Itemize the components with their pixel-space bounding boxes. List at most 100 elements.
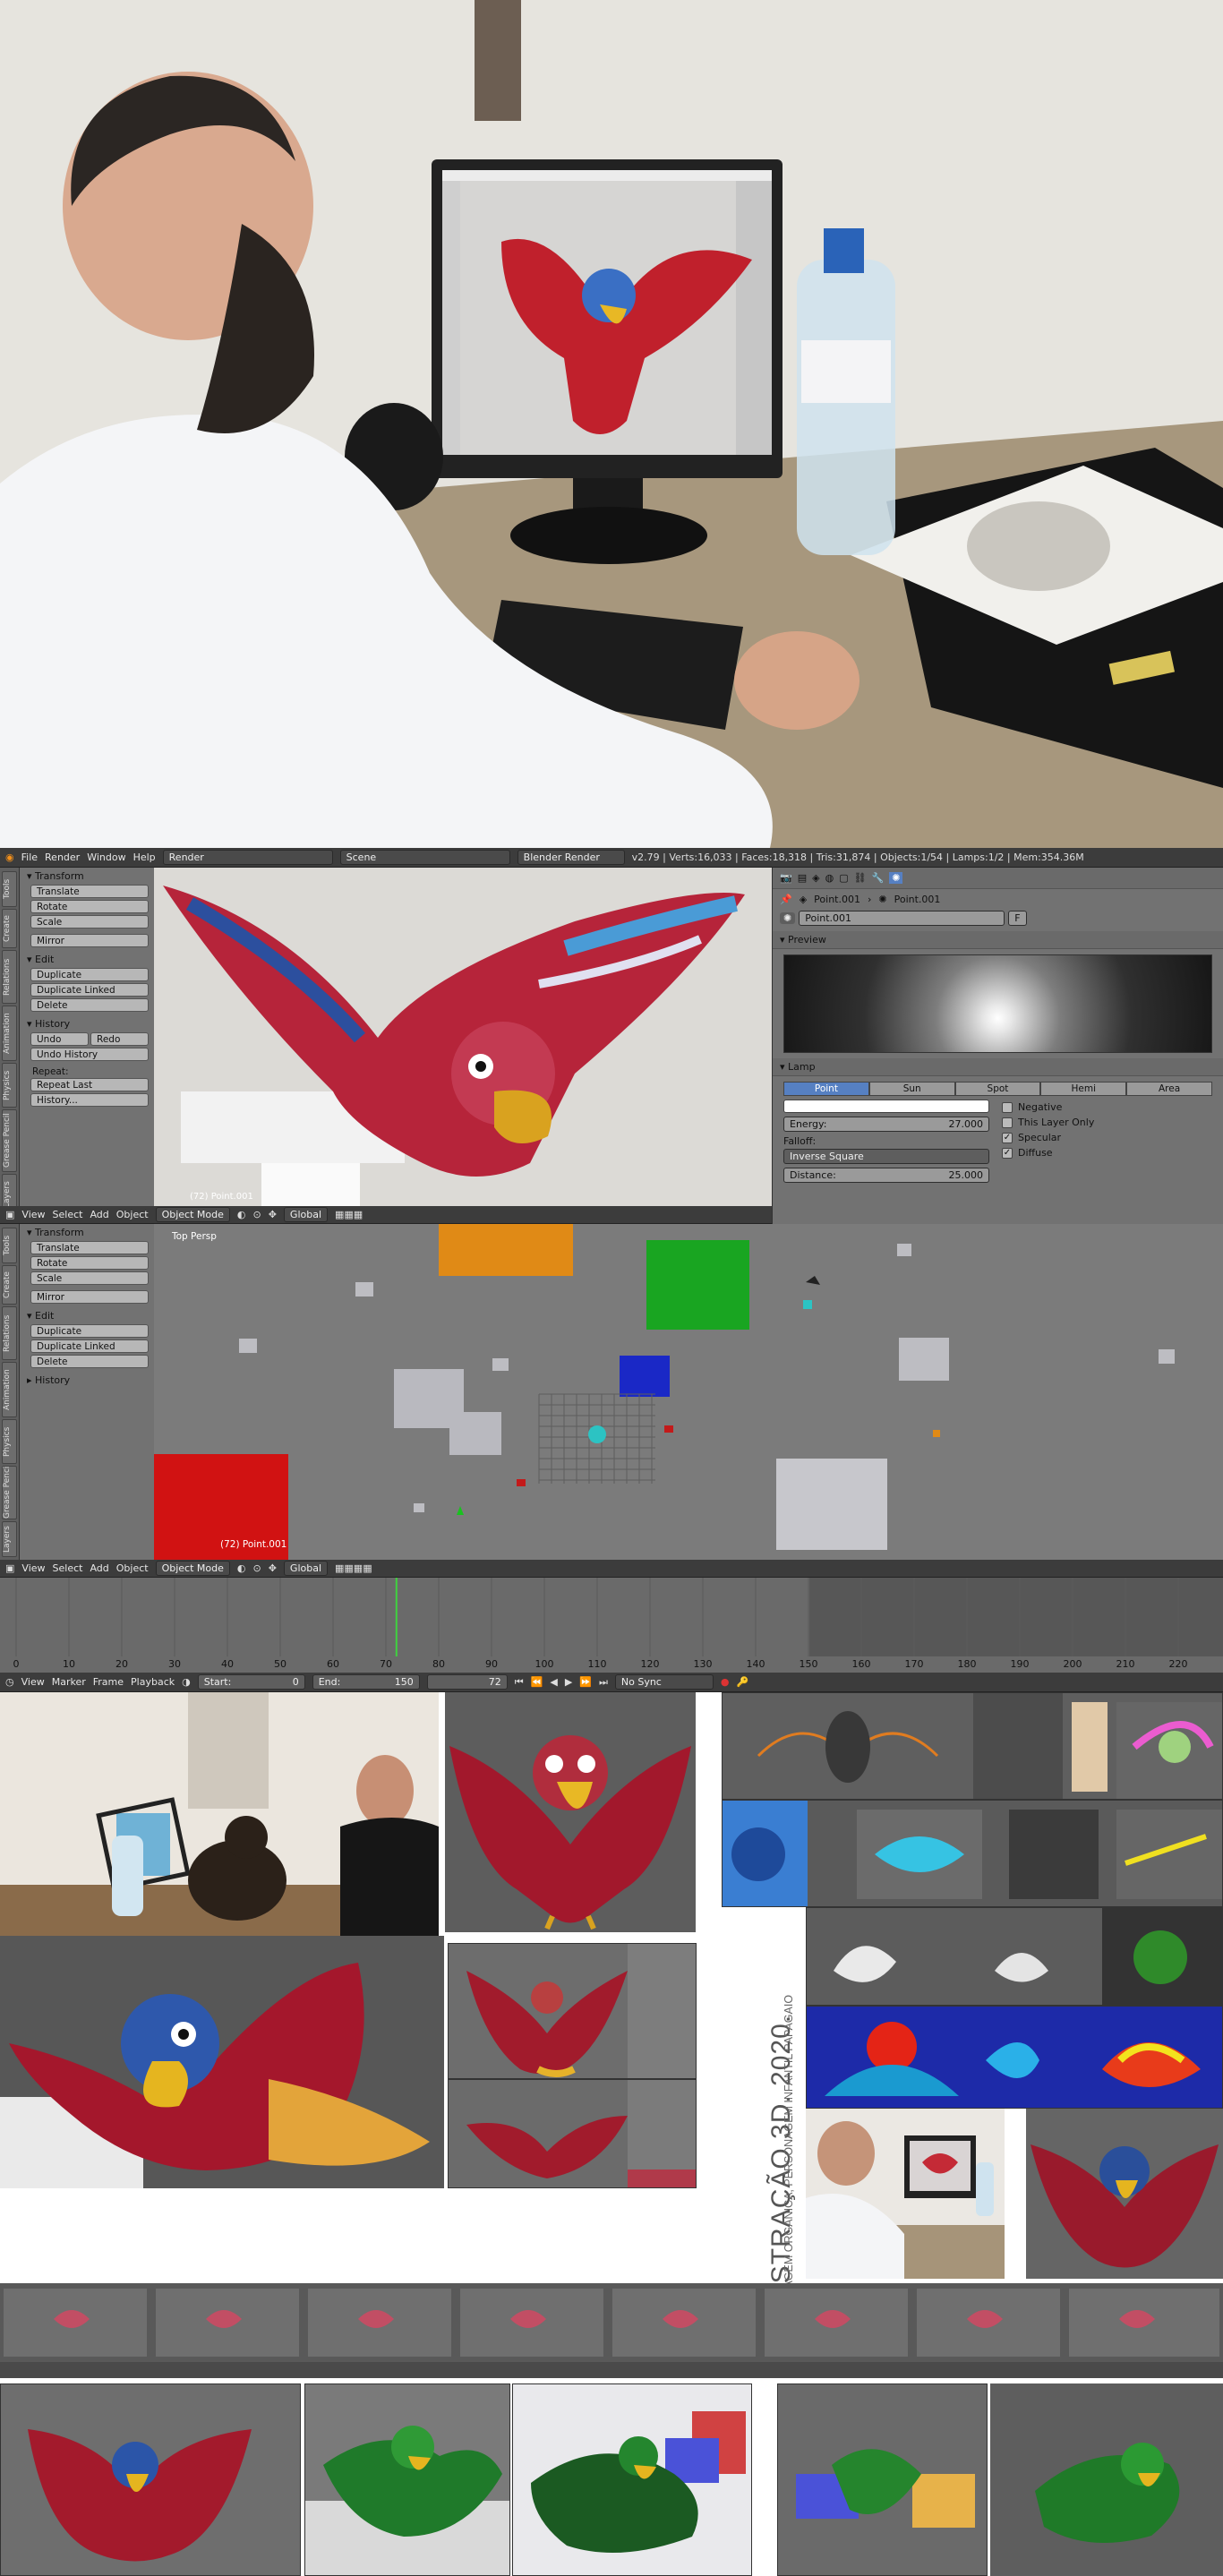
translate-button[interactable]: Translate bbox=[30, 885, 149, 898]
pivot-icon-2[interactable]: ⊙ bbox=[252, 1562, 261, 1574]
menu-view-2[interactable]: View bbox=[21, 1562, 45, 1574]
scale-button[interactable]: Scale bbox=[30, 915, 149, 929]
scene-tab-icon[interactable]: ◈ bbox=[812, 872, 819, 884]
tab-tools-2[interactable]: Tools bbox=[2, 1228, 17, 1263]
world-tab-icon[interactable]: ◍ bbox=[825, 872, 834, 884]
current-frame-field[interactable]: 72 bbox=[426, 1674, 508, 1690]
play-reverse-icon[interactable]: ◀ bbox=[550, 1676, 557, 1688]
menu-window[interactable]: Window bbox=[87, 852, 125, 863]
timeline-editor-icon[interactable]: ◷ bbox=[5, 1676, 14, 1688]
tab-animation[interactable]: Animation bbox=[2, 1006, 17, 1061]
manipulator-icon-2[interactable]: ✥ bbox=[269, 1562, 277, 1574]
lamp-type-spot[interactable]: Spot bbox=[954, 1082, 1041, 1096]
menu-file[interactable]: File bbox=[21, 852, 38, 863]
data-tab-icon[interactable]: ✺ bbox=[889, 872, 903, 884]
object-tab-icon[interactable]: ▢ bbox=[839, 872, 848, 884]
transform-header[interactable]: ▾ Transform bbox=[0, 868, 154, 885]
menu-select-2[interactable]: Select bbox=[53, 1562, 83, 1574]
repeat-last-button[interactable]: Repeat Last bbox=[30, 1078, 149, 1091]
negative-checkbox[interactable] bbox=[1002, 1102, 1013, 1113]
tab-physics[interactable]: Physics bbox=[2, 1063, 17, 1108]
play-icon[interactable]: ▶ bbox=[565, 1676, 572, 1688]
history-button[interactable]: History... bbox=[30, 1093, 149, 1107]
lamp-type-sun[interactable]: Sun bbox=[868, 1082, 955, 1096]
menu-select[interactable]: Select bbox=[53, 1209, 83, 1220]
duplicate-button[interactable]: Duplicate bbox=[30, 968, 149, 981]
specular-checkbox[interactable]: ✓ bbox=[1002, 1133, 1013, 1143]
menu-help[interactable]: Help bbox=[133, 852, 156, 863]
layers-icon[interactable]: ▦▦▦ bbox=[335, 1209, 363, 1220]
editor-type-icon-2[interactable]: ▣ bbox=[5, 1562, 14, 1574]
constraints-tab-icon[interactable]: ⛓ bbox=[854, 872, 867, 884]
delete-button[interactable]: Delete bbox=[30, 998, 149, 1012]
transform-header-2[interactable]: ▾ Transform bbox=[0, 1224, 154, 1241]
jump-start-icon[interactable]: ⏮ bbox=[515, 1676, 524, 1689]
menu-playback[interactable]: Playback bbox=[131, 1676, 175, 1688]
edit-header-2[interactable]: ▾ Edit bbox=[0, 1307, 154, 1324]
energy-field[interactable]: Energy: 27.000 bbox=[783, 1117, 989, 1132]
timeline[interactable]: 0 10 20 30 40 50 60 70 80 90 100 110 120 130 140 150 160… bbox=[0, 1578, 1223, 1673]
menu-marker[interactable]: Marker bbox=[52, 1676, 86, 1688]
render-view[interactable]: (72) Point.001 bbox=[154, 868, 772, 1206]
datablock-name-field[interactable]: Point.001 bbox=[799, 911, 1005, 926]
menu-object-2[interactable]: Object bbox=[116, 1562, 149, 1574]
option-this-layer-only[interactable]: This Layer Only bbox=[1002, 1117, 1094, 1128]
tab-layers-2[interactable]: Layers bbox=[2, 1521, 17, 1557]
menu-view[interactable]: View bbox=[21, 1209, 45, 1220]
this-layer-only-checkbox[interactable] bbox=[1002, 1117, 1013, 1128]
render-tab-icon[interactable]: 📷 bbox=[780, 872, 792, 884]
lamp-type-point[interactable]: Point bbox=[783, 1082, 869, 1096]
layers-tab-icon[interactable]: ▤ bbox=[798, 872, 807, 884]
menu-add[interactable]: Add bbox=[90, 1209, 108, 1220]
shading-icon[interactable]: ◐ bbox=[237, 1209, 246, 1220]
menu-object[interactable]: Object bbox=[116, 1209, 149, 1220]
modifiers-tab-icon[interactable]: 🔧 bbox=[872, 872, 885, 884]
delete-button-2[interactable]: Delete bbox=[30, 1355, 149, 1368]
preview-range-icon[interactable]: ◑ bbox=[182, 1676, 191, 1688]
tab-relations-2[interactable]: Relations bbox=[2, 1306, 17, 1360]
fake-user-button[interactable]: F bbox=[1008, 911, 1027, 926]
duplicate-button-2[interactable]: Duplicate bbox=[30, 1324, 149, 1338]
menu-render[interactable]: Render bbox=[45, 852, 80, 863]
falloff-select[interactable]: Inverse Square bbox=[783, 1149, 989, 1164]
keying-set-icon[interactable]: 🔑 bbox=[737, 1676, 749, 1688]
engine-select[interactable]: Blender Render bbox=[517, 850, 625, 865]
next-key-icon[interactable]: ⏩ bbox=[579, 1676, 592, 1688]
translate-button-2[interactable]: Translate bbox=[30, 1241, 149, 1254]
history-header[interactable]: ▾ History bbox=[0, 1015, 154, 1032]
lamp-type-hemi[interactable]: Hemi bbox=[1040, 1082, 1127, 1096]
prev-key-icon[interactable]: ⏪ bbox=[531, 1676, 543, 1688]
mode-select-2[interactable]: Object Mode bbox=[155, 1561, 230, 1576]
breadcrumb-data[interactable]: Point.001 bbox=[894, 894, 941, 905]
rotate-button-2[interactable]: Rotate bbox=[30, 1256, 149, 1270]
record-icon[interactable]: ● bbox=[721, 1676, 730, 1688]
scene-select[interactable]: Scene bbox=[339, 850, 510, 865]
option-diffuse[interactable]: ✓ Diffuse bbox=[1002, 1147, 1094, 1159]
scale-button-2[interactable]: Scale bbox=[30, 1271, 149, 1285]
datablock-browse-icon[interactable]: ✺ bbox=[780, 912, 796, 924]
option-specular[interactable]: ✓ Specular bbox=[1002, 1132, 1094, 1143]
pivot-icon[interactable]: ⊙ bbox=[252, 1209, 261, 1220]
breadcrumb-object[interactable]: Point.001 bbox=[814, 894, 860, 905]
mirror-button[interactable]: Mirror bbox=[30, 934, 149, 947]
undo-history-button[interactable]: Undo History bbox=[30, 1048, 149, 1061]
duplicate-linked-button-2[interactable]: Duplicate Linked bbox=[30, 1339, 149, 1353]
duplicate-linked-button[interactable]: Duplicate Linked bbox=[30, 983, 149, 997]
tab-create[interactable]: Create bbox=[2, 909, 17, 948]
orientation-select-2[interactable]: Global bbox=[283, 1561, 329, 1576]
tab-grease-pencil-2[interactable]: Grease Pencil bbox=[2, 1466, 17, 1519]
viewport-3d[interactable]: Top Persp (72) Point.001 bbox=[154, 1224, 1223, 1560]
edit-header[interactable]: ▾ Edit bbox=[0, 951, 154, 968]
option-negative[interactable]: Negative bbox=[1002, 1101, 1094, 1113]
layout-select[interactable]: Render bbox=[162, 850, 333, 865]
preview-panel-header[interactable]: ▾ Preview bbox=[773, 931, 1223, 949]
manipulator-icon[interactable]: ✥ bbox=[269, 1209, 277, 1220]
orientation-select[interactable]: Global bbox=[283, 1207, 329, 1222]
shading-icon-2[interactable]: ◐ bbox=[237, 1562, 246, 1574]
undo-button[interactable]: Undo bbox=[30, 1032, 89, 1046]
lamp-color-swatch[interactable] bbox=[783, 1100, 989, 1113]
mirror-button-2[interactable]: Mirror bbox=[30, 1290, 149, 1304]
history-header-2[interactable]: ▸ History bbox=[0, 1372, 154, 1389]
menu-add-2[interactable]: Add bbox=[90, 1562, 108, 1574]
tab-create-2[interactable]: Create bbox=[2, 1265, 17, 1305]
